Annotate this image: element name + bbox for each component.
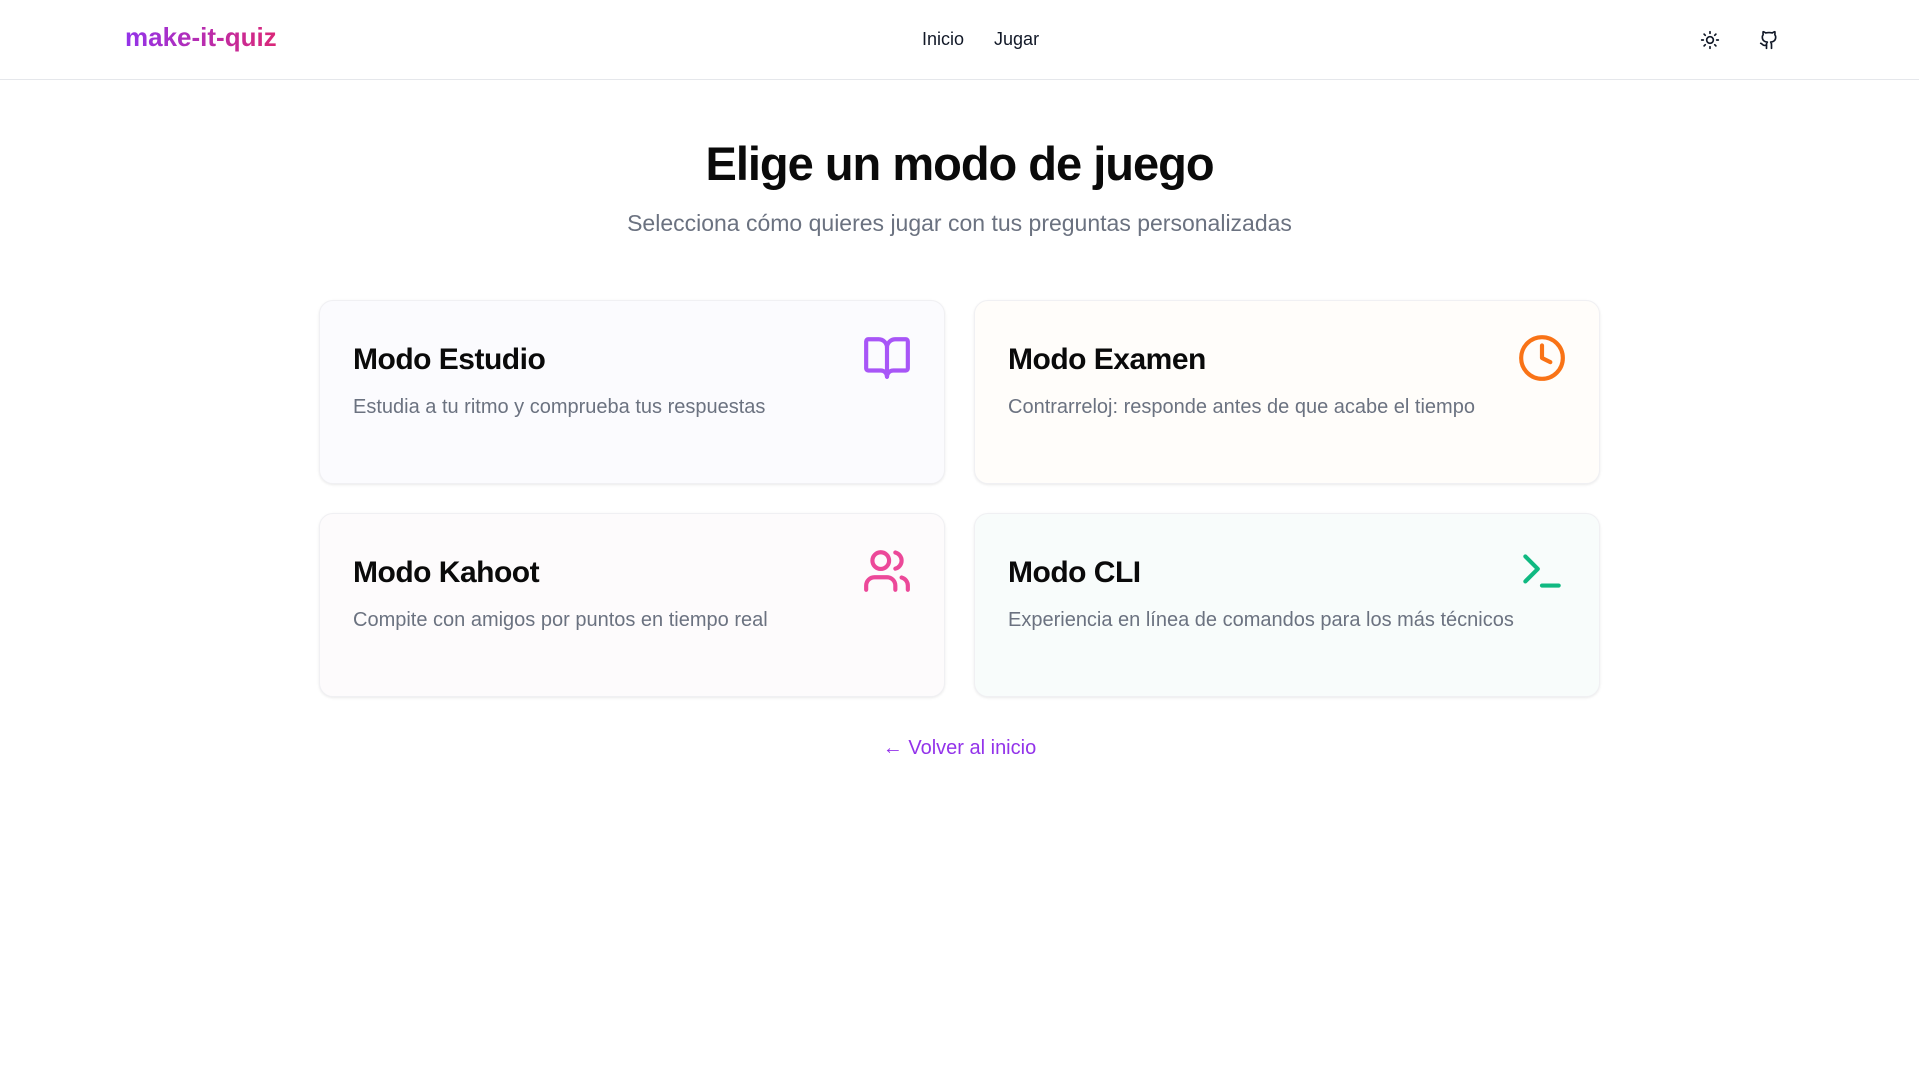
back-to-home-link[interactable]: ← Volver al inicio bbox=[0, 737, 1919, 760]
page-title: Elige un modo de juego bbox=[705, 137, 1214, 190]
mode-card-title: Modo Kahoot bbox=[353, 556, 540, 589]
users-icon bbox=[862, 546, 912, 596]
mode-card-description: Estudia a tu ritmo y comprueba tus respu… bbox=[353, 396, 766, 418]
github-icon bbox=[1759, 30, 1777, 50]
mode-card-examen[interactable]: Modo Examen Contrarreloj: responde antes… bbox=[974, 300, 1600, 484]
nav-link-jugar[interactable]: Jugar bbox=[994, 29, 1039, 50]
mode-card-estudio[interactable]: Modo Estudio Estudia a tu ritmo y compru… bbox=[319, 300, 945, 484]
clock-icon bbox=[1517, 333, 1567, 383]
nav-link-inicio[interactable]: Inicio bbox=[922, 29, 964, 50]
top-navbar: make-it-quiz Inicio Jugar bbox=[0, 0, 1919, 80]
sun-icon bbox=[1700, 30, 1720, 50]
mode-card-kahoot[interactable]: Modo Kahoot Compite con amigos por punto… bbox=[319, 513, 945, 697]
github-button[interactable] bbox=[1751, 22, 1787, 58]
theme-toggle-button[interactable] bbox=[1692, 22, 1728, 58]
brand-logo[interactable]: make-it-quiz bbox=[125, 22, 277, 53]
page-subtitle: Selecciona cómo quieres jugar con tus pr… bbox=[627, 210, 1292, 236]
mode-card-description: Contrarreloj: responde antes de que acab… bbox=[1008, 396, 1475, 418]
mode-card-title: Modo Estudio bbox=[353, 343, 546, 376]
mode-card-description: Experiencia en línea de comandos para lo… bbox=[1008, 609, 1514, 631]
mode-card-cli[interactable]: Modo CLI Experiencia en línea de comando… bbox=[974, 513, 1600, 697]
mode-card-description: Compite con amigos por puntos en tiempo … bbox=[353, 609, 768, 631]
book-open-icon bbox=[862, 333, 912, 383]
terminal-icon bbox=[1517, 546, 1567, 596]
mode-card-title: Modo Examen bbox=[1008, 343, 1206, 376]
mode-card-title: Modo CLI bbox=[1008, 556, 1141, 589]
main-nav: Inicio Jugar bbox=[922, 29, 1039, 50]
